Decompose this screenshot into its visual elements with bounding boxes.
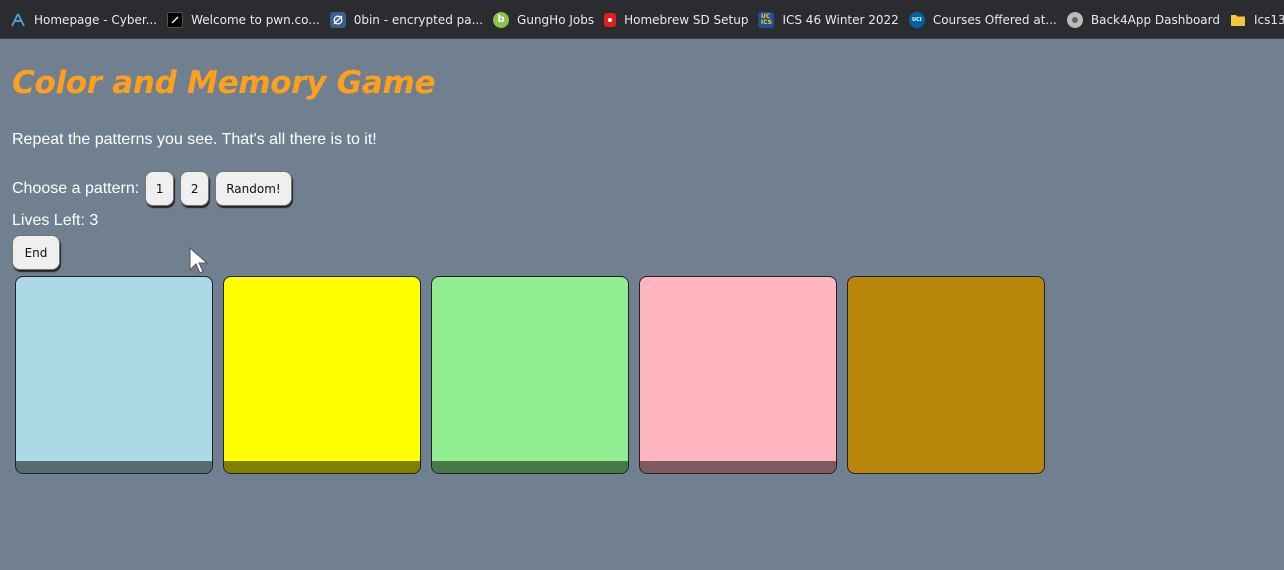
- bookmark-label: Ics139w Research: [1254, 12, 1284, 27]
- lives-left-text: Lives Left: 3: [12, 212, 99, 229]
- choose-pattern-label: Choose a pattern:: [12, 179, 140, 197]
- terminal-icon: [167, 11, 184, 28]
- uci-ics-icon: UC ICS: [758, 11, 775, 28]
- pattern-1-button[interactable]: 1: [145, 171, 175, 206]
- bookmark-label: ICS 46 Winter 2022: [782, 12, 899, 27]
- null-set-icon: [329, 11, 346, 28]
- bookmark-label: Homepage - Cyber...: [34, 12, 158, 27]
- bookmark-courses-offered[interactable]: UCI Courses Offered at...: [908, 6, 1067, 34]
- random-pattern-button[interactable]: Random!: [215, 171, 292, 206]
- bookmark-label: GungHo Jobs: [517, 12, 595, 27]
- bookmarks-bar: Homepage - Cyber... Welcome to pwn.co...…: [0, 0, 1284, 39]
- bookmark-homebrew-sd[interactable]: Homebrew SD Setup: [604, 6, 758, 34]
- bookmark-ics46[interactable]: UC ICS ICS 46 Winter 2022: [758, 6, 908, 34]
- bookmark-label: 0bin - encrypted pa...: [353, 12, 484, 27]
- bookmark-pwn-college[interactable]: Welcome to pwn.co...: [167, 6, 330, 34]
- page-title: Color and Memory Game: [12, 65, 436, 101]
- bookmark-label: Courses Offered at...: [932, 12, 1057, 27]
- mouse-cursor-icon: [188, 246, 212, 281]
- uci-icon: UCI: [908, 11, 925, 28]
- pattern-2-button[interactable]: 2: [180, 171, 210, 206]
- bookmark-back4app[interactable]: Back4App Dashboard: [1066, 6, 1230, 34]
- tile-dark-goldenrod[interactable]: [847, 276, 1045, 474]
- bookmark-label: Welcome to pwn.co...: [191, 12, 320, 27]
- instructions-text: Repeat the patterns you see. That's all …: [12, 131, 377, 148]
- bookmark-0bin[interactable]: 0bin - encrypted pa...: [329, 6, 493, 34]
- tile-light-green[interactable]: [431, 276, 629, 474]
- bookmark-ics139w[interactable]: Ics139w Research: [1230, 6, 1284, 34]
- folder-icon: [1230, 12, 1246, 28]
- cyber-logo-icon: [10, 12, 26, 28]
- bookmark-homepage-cyber[interactable]: Homepage - Cyber...: [10, 6, 167, 34]
- end-button[interactable]: End: [12, 235, 60, 270]
- back4app-icon: [1066, 11, 1083, 28]
- bookmark-gungho-jobs[interactable]: b GungHo Jobs: [493, 6, 604, 34]
- tile-light-blue[interactable]: [15, 276, 213, 474]
- pattern-chooser: Choose a pattern: 1 2 Random!: [12, 171, 292, 206]
- switch-icon: [604, 12, 617, 27]
- tile-pink[interactable]: [639, 276, 837, 474]
- bookmark-label: Back4App Dashboard: [1090, 12, 1220, 27]
- gungho-icon: b: [493, 11, 510, 28]
- tile-yellow[interactable]: [223, 276, 421, 474]
- color-tiles: [15, 276, 1055, 474]
- bookmark-label: Homebrew SD Setup: [624, 12, 749, 27]
